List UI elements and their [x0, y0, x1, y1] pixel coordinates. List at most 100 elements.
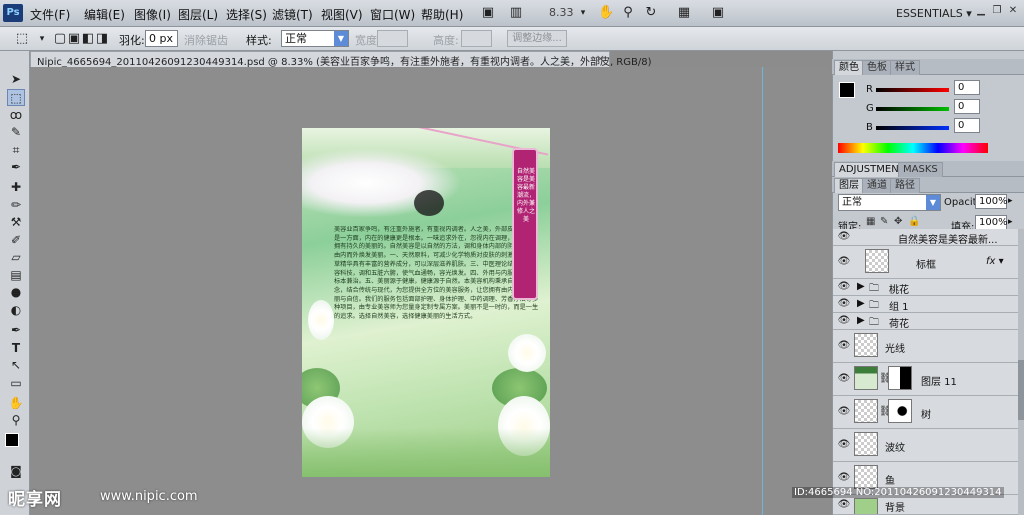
lock-position-icon[interactable]: ✥: [894, 216, 902, 227]
fx-icon[interactable]: fx ▾: [986, 256, 1004, 267]
opacity-input[interactable]: 100%: [975, 194, 1008, 209]
layer-row[interactable]: 👁 标框 fx ▾: [833, 246, 1018, 279]
menu-view[interactable]: 视图(V): [321, 6, 363, 23]
document-tab[interactable]: Nipic_4665694_20110426091230449314.psd @…: [30, 51, 652, 68]
foreground-color[interactable]: [5, 433, 19, 447]
layer-row[interactable]: 👁 波纹: [833, 429, 1018, 462]
zoom-dropdown-icon[interactable]: ▾: [575, 5, 591, 21]
menu-window[interactable]: 窗口(W): [370, 6, 415, 23]
guide-line[interactable]: [762, 67, 763, 515]
expand-arrow-icon[interactable]: ▶: [857, 315, 865, 326]
pen-tool-icon[interactable]: ✒: [7, 322, 25, 339]
eye-icon[interactable]: 👁: [837, 406, 851, 418]
tab-paths[interactable]: 路径: [890, 178, 920, 193]
layer-group-row[interactable]: 👁 ▶ 🗀 桃花: [833, 279, 1018, 296]
preset-dropdown-icon[interactable]: ▾: [34, 31, 50, 47]
menu-layer[interactable]: 图层(L): [178, 6, 218, 23]
eye-icon[interactable]: 👁: [837, 472, 851, 484]
lock-pixels-icon[interactable]: ✎: [880, 216, 888, 227]
quick-mask-icon[interactable]: ◙: [7, 463, 25, 480]
layer-group-row[interactable]: 👁 ▶ 🗀 荷花: [833, 313, 1018, 330]
history-brush-tool-icon[interactable]: ✐: [7, 232, 25, 249]
eye-icon[interactable]: 👁: [837, 281, 851, 293]
hand-tool-icon[interactable]: ✋: [7, 395, 25, 412]
menu-image[interactable]: 图像(I): [134, 6, 171, 23]
color-panel-foreground[interactable]: [839, 82, 855, 98]
expand-arrow-icon[interactable]: ▶: [857, 281, 865, 292]
eyedropper-tool-icon[interactable]: ✒: [7, 159, 25, 176]
layers-scrollbar-thumb[interactable]: [1018, 360, 1024, 420]
width-input[interactable]: [377, 30, 408, 47]
tab-color[interactable]: 颜色: [834, 60, 864, 75]
lock-transparent-icon[interactable]: ▦: [866, 216, 875, 227]
menu-help[interactable]: 帮助(H): [421, 6, 463, 23]
gradient-tool-icon[interactable]: ▤: [7, 267, 25, 284]
tab-masks[interactable]: MASKS: [898, 162, 943, 177]
eye-icon[interactable]: 👁: [837, 499, 851, 511]
tab-swatches[interactable]: 色板: [862, 60, 892, 75]
blend-mode-select[interactable]: 正常 ▼: [838, 194, 941, 211]
close-tab-icon[interactable]: ×: [596, 52, 605, 65]
height-input[interactable]: [461, 30, 492, 47]
tab-styles[interactable]: 样式: [890, 60, 920, 75]
rotate-view-icon[interactable]: ↻: [643, 5, 659, 21]
layer-row[interactable]: 👁 ⛓ 图层 11: [833, 363, 1018, 396]
restore-button[interactable]: ❐: [989, 5, 1005, 19]
eye-icon[interactable]: 👁: [837, 340, 851, 352]
layer-row[interactable]: 👁 自然美容是美容最新...: [833, 229, 1018, 246]
eye-icon[interactable]: 👁: [837, 298, 851, 310]
intersect-selection-icon[interactable]: ◨: [94, 31, 110, 47]
minimize-button[interactable]: ▁: [973, 5, 989, 19]
extras-icon[interactable]: ▥: [508, 5, 524, 21]
tab-channels[interactable]: 通道: [862, 178, 892, 193]
channel-b-input[interactable]: 0: [954, 118, 980, 133]
marquee-preset-icon[interactable]: ⬚: [14, 31, 30, 47]
channel-g-slider[interactable]: [876, 107, 949, 111]
opacity-arrow-icon[interactable]: ▸: [1008, 196, 1013, 206]
workspace-switcher[interactable]: ESSENTIALS ▾: [896, 7, 972, 20]
brush-tool-icon[interactable]: ✏: [7, 197, 25, 214]
rect-marquee-tool-icon[interactable]: ⬚: [7, 89, 25, 106]
channel-r-input[interactable]: 0: [954, 80, 980, 95]
type-tool-icon[interactable]: T: [7, 340, 25, 357]
eye-icon[interactable]: 👁: [837, 256, 851, 268]
lasso-tool-icon[interactable]: ꝏ: [7, 107, 25, 124]
menu-filter[interactable]: 滤镜(T): [272, 6, 313, 23]
hand-tool-icon[interactable]: ✋: [598, 5, 614, 21]
menu-edit[interactable]: 编辑(E): [84, 6, 125, 23]
tab-layers[interactable]: 图层: [834, 178, 864, 193]
eraser-tool-icon[interactable]: ▱: [7, 249, 25, 266]
crop-tool-icon[interactable]: ⌗: [7, 142, 25, 159]
layer-row[interactable]: 👁 ⛓ 树: [833, 396, 1018, 429]
eye-icon[interactable]: 👁: [837, 373, 851, 385]
refine-edge-button[interactable]: 调整边缘...: [507, 30, 567, 47]
arrange-documents-icon[interactable]: ▦: [676, 5, 692, 21]
lock-all-icon[interactable]: 🔒: [908, 216, 920, 227]
blur-tool-icon[interactable]: ●: [7, 284, 25, 301]
antialias-checkbox[interactable]: 消除锯齿: [184, 32, 228, 48]
move-tool-icon[interactable]: ➤: [7, 71, 25, 88]
eye-icon[interactable]: 👁: [837, 315, 851, 327]
close-button[interactable]: ✕: [1005, 5, 1021, 19]
style-select[interactable]: 正常 ▼: [281, 30, 349, 47]
eye-icon[interactable]: 👁: [837, 231, 851, 243]
color-swatches[interactable]: [5, 433, 27, 455]
clone-stamp-tool-icon[interactable]: ⚒: [7, 214, 25, 231]
quick-select-tool-icon[interactable]: ✎: [7, 124, 25, 141]
channel-g-input[interactable]: 0: [954, 99, 980, 114]
layer-group-row[interactable]: 👁 ▶ 🗀 组 1: [833, 296, 1018, 313]
poster-canvas[interactable]: 美容业百家争鸣，有注重外施者，有重视内调者。人之美，外部皮肤的美丽是一方面，内在…: [302, 128, 550, 477]
menu-select[interactable]: 选择(S): [226, 6, 267, 23]
screen-mode-icon[interactable]: ▣: [710, 5, 726, 21]
zoom-tool-icon[interactable]: ⚲: [7, 412, 25, 429]
dodge-tool-icon[interactable]: ◐: [7, 302, 25, 319]
feather-input[interactable]: 0 px: [145, 30, 178, 47]
path-select-tool-icon[interactable]: ↖: [7, 357, 25, 374]
fill-input[interactable]: 100%: [975, 215, 1008, 230]
color-spectrum-bar[interactable]: [838, 143, 988, 153]
eye-icon[interactable]: 👁: [837, 439, 851, 451]
menu-file[interactable]: 文件(F): [30, 6, 70, 23]
expand-arrow-icon[interactable]: ▶: [857, 298, 865, 309]
healing-brush-tool-icon[interactable]: ✚: [7, 179, 25, 196]
zoom-level[interactable]: 8.33: [549, 6, 574, 19]
